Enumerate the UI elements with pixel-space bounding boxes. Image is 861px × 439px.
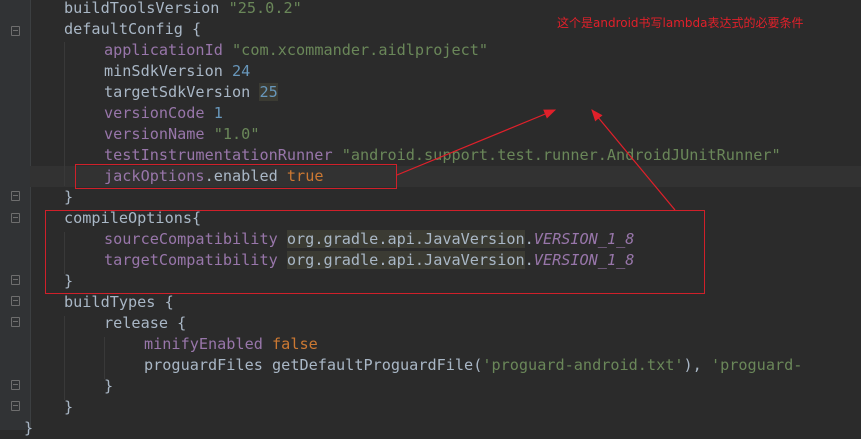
annotation-note: 这个是android书写lambda表达式的必要条件: [557, 16, 804, 30]
arrow-to-jack-options: [396, 109, 557, 176]
arrow-to-compile-options: [591, 109, 676, 211]
annotation-arrows: [396, 109, 676, 211]
